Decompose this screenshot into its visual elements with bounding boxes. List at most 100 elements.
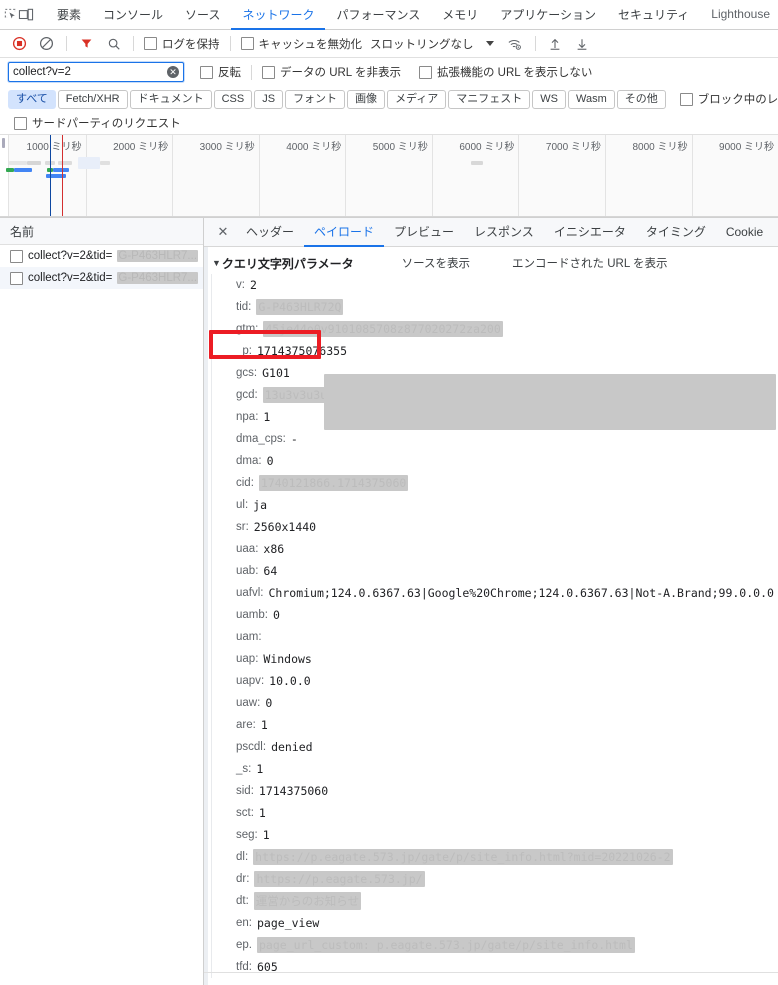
search-icon[interactable] — [100, 30, 127, 57]
param-row-dl: dl: https://p.eagate.573.jp/gate/p/site_i… — [236, 849, 673, 865]
param-key: uapv — [236, 675, 261, 687]
param-row-tid: tid: G-P463HLR72Q — [236, 299, 344, 315]
request-name-redacted: G-P463HLR7... — [117, 250, 199, 262]
tab-lighthouse[interactable]: Lighthouse — [700, 0, 778, 30]
import-har-icon[interactable] — [542, 30, 569, 57]
hide-extension-urls-checkbox[interactable]: 拡張機能の URL を表示しない — [415, 64, 596, 80]
param-key: uab — [236, 565, 256, 577]
payload-bottom-border — [204, 972, 778, 973]
tab-response[interactable]: レスポンス — [464, 218, 544, 247]
tab-application[interactable]: アプリケーション — [489, 0, 607, 30]
tab-headers[interactable]: ヘッダー — [236, 218, 304, 247]
tab-network-label: ネットワーク — [242, 7, 315, 22]
overview-request-bar — [78, 157, 100, 169]
overview-tick-label: 1000 ミリ秒 — [26, 142, 82, 153]
tab-sources[interactable]: ソース — [174, 0, 231, 30]
invert-label: 反転 — [218, 67, 241, 79]
chip-manifest[interactable]: マニフェスト — [448, 89, 531, 109]
view-encoded-url-link[interactable]: エンコードされた URL を表示 — [512, 255, 667, 271]
network-conditions-icon[interactable] — [502, 30, 529, 57]
chevron-down-icon[interactable]: ▼ — [212, 258, 221, 268]
preserve-log-label: ログを保持 — [162, 38, 220, 51]
toolbar-divider-4 — [534, 36, 536, 51]
record-button[interactable] — [6, 30, 33, 57]
column-header-name: 名前 — [10, 224, 35, 239]
tab-preview[interactable]: プレビュー — [384, 218, 464, 247]
export-har-icon[interactable] — [569, 30, 596, 57]
tab-payload[interactable]: ペイロード — [304, 218, 385, 247]
query-string-section-header[interactable]: ▼ クエリ文字列パラメータ ソースを表示 エンコードされた URL を表示 — [204, 252, 778, 274]
param-value: 1 — [260, 718, 268, 732]
param-row-uafvl: uafvl: Chromium;124.0.6367.63|Google%20Ch… — [236, 586, 774, 600]
chip-js[interactable]: JS — [254, 89, 284, 109]
chip-document[interactable]: ドキュメント — [129, 89, 212, 109]
filter-row: collect?v=2 ✕ 反転 データの URL を非表示 拡張機能の URL… — [0, 58, 778, 86]
param-value: 1 — [262, 828, 270, 842]
param-row-sct: sct:1 — [236, 806, 266, 820]
chip-other[interactable]: その他 — [616, 89, 666, 109]
chip-all[interactable]: すべて — [8, 89, 56, 109]
param-value: 10.0.0 — [269, 674, 311, 688]
param-row-uapv: uapv:10.0.0 — [236, 674, 311, 688]
tab-initiator[interactable]: イニシエータ — [544, 218, 636, 247]
row-checkbox[interactable] — [10, 249, 23, 263]
filter-input[interactable]: collect?v=2 ✕ — [8, 62, 184, 82]
tab-memory[interactable]: メモリ — [431, 0, 489, 30]
tab-cookie[interactable]: Cookie — [716, 218, 773, 247]
row-checkbox[interactable] — [10, 271, 23, 285]
overview-tick-cell: 7000 ミリ秒 — [519, 135, 606, 217]
hide-data-urls-checkbox[interactable]: データの URL を非表示 — [258, 64, 405, 80]
param-key: uafvl — [236, 587, 261, 599]
clear-filter-icon[interactable]: ✕ — [167, 66, 179, 78]
chip-wasm[interactable]: Wasm — [568, 89, 615, 109]
tab-network[interactable]: ネットワーク — [231, 0, 326, 30]
tab-console[interactable]: コンソール — [92, 0, 174, 30]
tab-security[interactable]: セキュリティ — [607, 0, 700, 30]
param-value: ja — [253, 498, 268, 512]
param-key: dr — [236, 873, 247, 885]
table-row[interactable]: collect?v=2&tid= G-P463HLR7... — [0, 267, 203, 289]
param-key: _s — [236, 763, 249, 775]
network-overview[interactable]: 1000 ミリ秒 2000 ミリ秒 3000 ミリ秒 4000 ミリ秒 5000… — [0, 135, 778, 218]
preserve-log-checkbox[interactable]: ログを保持 — [140, 36, 224, 52]
param-key: pscdl — [236, 741, 263, 753]
param-key: tid — [236, 301, 249, 313]
invert-box — [200, 65, 213, 79]
chip-ws[interactable]: WS — [532, 89, 567, 109]
param-row-ul: ul: ja — [236, 498, 268, 512]
param-key: dma — [236, 455, 259, 467]
chip-font[interactable]: フォント — [285, 89, 346, 109]
device-toolbar-icon[interactable] — [18, 0, 34, 29]
param-row-dma: dma:0 — [236, 454, 274, 468]
table-row[interactable]: collect?v=2&tid= G-P463HLR7... — [0, 245, 203, 267]
param-value: 1 — [258, 806, 266, 820]
view-source-link[interactable]: ソースを表示 — [402, 255, 470, 271]
overview-request-bar — [9, 161, 27, 165]
param-value: 0 — [272, 608, 280, 622]
blocked-cookies-checkbox[interactable]: ブロック中のレスポンス Cookie — [676, 91, 778, 107]
chevron-down-icon[interactable] — [485, 41, 494, 46]
filter-icon[interactable] — [73, 30, 100, 57]
third-party-checkbox[interactable]: サードパーティのリクエスト — [10, 115, 185, 131]
inspect-element-icon[interactable] — [4, 0, 18, 29]
disable-cache-checkbox[interactable]: キャッシュを無効化 — [237, 36, 367, 52]
tab-elements[interactable]: 要素 — [46, 0, 92, 30]
param-key: uaa — [236, 543, 256, 555]
chip-css[interactable]: CSS — [213, 89, 253, 109]
overview-window-handle[interactable] — [2, 138, 5, 148]
throttling-select[interactable]: スロットリングなし — [366, 36, 478, 52]
tab-timing[interactable]: タイミング — [636, 218, 716, 247]
param-key: are — [236, 719, 253, 731]
param-key: seg — [236, 829, 255, 841]
invert-checkbox[interactable]: 反転 — [196, 64, 245, 80]
param-value-redacted: page_url_custom: p.eagate.573.jp/gate/p/… — [257, 937, 635, 953]
chip-image[interactable]: 画像 — [347, 89, 386, 109]
tab-performance[interactable]: パフォーマンス — [325, 0, 431, 30]
devtools-main-tabbar: 要素 コンソール ソース ネットワーク パフォーマンス メモリ アプリケーション… — [0, 0, 778, 30]
close-icon[interactable]: ✕ — [210, 218, 236, 246]
clear-button[interactable] — [33, 30, 60, 57]
chip-fetch-xhr[interactable]: Fetch/XHR — [57, 89, 128, 109]
payload-panel: ▼ クエリ文字列パラメータ ソースを表示 エンコードされた URL を表示 v:… — [204, 247, 778, 985]
param-row-dr: dr: https://p.eagate.573.jp/ — [236, 871, 425, 887]
chip-media[interactable]: メディア — [387, 89, 447, 109]
